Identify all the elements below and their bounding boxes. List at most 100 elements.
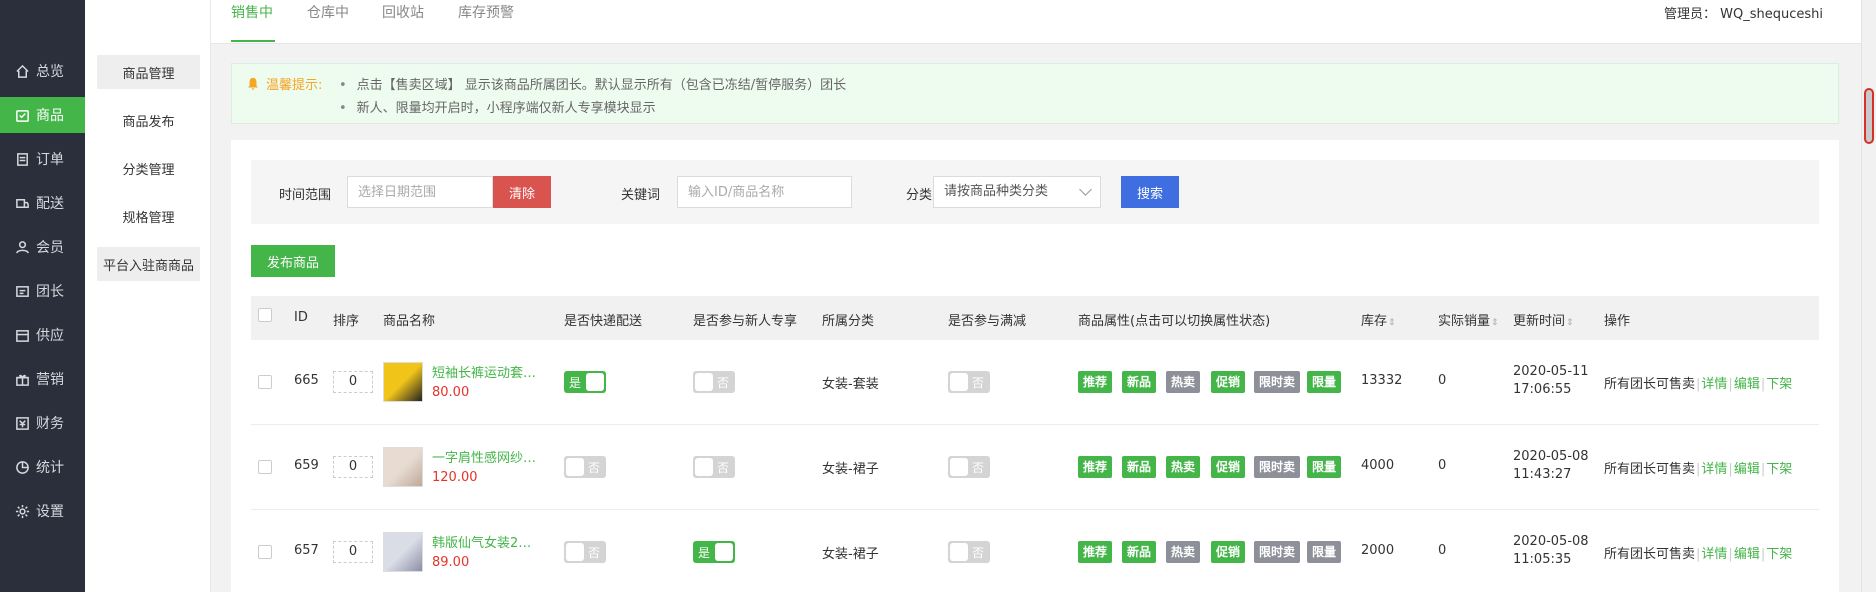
row-checkbox[interactable]: [258, 460, 272, 474]
table-row: 659 0 一字肩性感网纱连衣裙 120.00 否 否 女装-裙子 否 推荐新品…: [251, 425, 1819, 510]
product-name-link[interactable]: 一字肩性感网纱连衣裙: [432, 447, 538, 466]
category-select[interactable]: 请按商品种类分类: [933, 176, 1101, 208]
row-sort-input[interactable]: 0: [333, 541, 373, 563]
tab-warehouse[interactable]: 仓库中: [307, 0, 349, 42]
sidebar-item-overview[interactable]: 总览: [0, 53, 85, 89]
attr-tag[interactable]: 促销: [1211, 541, 1246, 563]
attr-tag[interactable]: 热卖: [1166, 541, 1201, 563]
sidebar-item-orders[interactable]: 订单: [0, 141, 85, 177]
toggle-knob: [715, 543, 733, 561]
attr-tag[interactable]: 促销: [1211, 371, 1246, 393]
attr-tag[interactable]: 推荐: [1078, 456, 1113, 478]
attr-tag[interactable]: 推荐: [1078, 541, 1113, 563]
attr-tag[interactable]: 限时卖: [1254, 456, 1301, 478]
product-name-link[interactable]: 韩版仙气女装2020新款: [432, 532, 538, 551]
offline-link[interactable]: 下架: [1766, 547, 1792, 562]
row-checkbox[interactable]: [258, 375, 272, 389]
sidebar-item-delivery[interactable]: 配送: [0, 185, 85, 221]
newcomer-toggle[interactable]: 否: [693, 456, 735, 478]
clear-button[interactable]: 清除: [493, 176, 551, 208]
submenu-item-platform-goods[interactable]: 平台入驻商商品: [97, 247, 200, 281]
sidebar-item-goods[interactable]: 商品: [0, 97, 85, 133]
detail-link[interactable]: 详情: [1701, 547, 1727, 562]
newcomer-toggle[interactable]: 是: [693, 541, 735, 563]
table-row: 657 0 韩版仙气女装2020新款 89.00 否 是 女装-裙子 否 推荐新…: [251, 510, 1819, 592]
keyword-input[interactable]: [677, 176, 852, 208]
th-sales[interactable]: 实际销量⇕: [1438, 310, 1499, 329]
row-stock: 13332: [1361, 373, 1403, 388]
express-toggle[interactable]: 否: [564, 456, 606, 478]
attr-tag[interactable]: 限量: [1307, 541, 1342, 563]
fullcut-toggle[interactable]: 否: [948, 456, 990, 478]
offline-link[interactable]: 下架: [1766, 462, 1792, 477]
express-toggle[interactable]: 是: [564, 371, 606, 393]
edit-link[interactable]: 编辑: [1734, 377, 1760, 392]
express-toggle[interactable]: 否: [564, 541, 606, 563]
sale-area-link[interactable]: 所有团长可售卖: [1604, 462, 1695, 477]
ops-separator: |: [1760, 377, 1766, 392]
th-express: 是否快递配送: [564, 314, 643, 329]
submenu-item-goods-manage[interactable]: 商品管理: [97, 55, 200, 89]
sidebar-item-settings[interactable]: 设置: [0, 493, 85, 529]
newcomer-toggle[interactable]: 否: [693, 371, 735, 393]
detail-link[interactable]: 详情: [1701, 377, 1727, 392]
toggle-label: 否: [587, 546, 600, 560]
th-stock[interactable]: 库存⇕: [1361, 310, 1396, 329]
attr-tag[interactable]: 促销: [1211, 456, 1246, 478]
bell-icon: [248, 77, 258, 90]
gear-icon: [14, 503, 30, 519]
attr-tag[interactable]: 热卖: [1166, 456, 1201, 478]
attr-tag[interactable]: 新品: [1122, 456, 1157, 478]
edit-link[interactable]: 编辑: [1734, 462, 1760, 477]
toggle-label: 是: [569, 376, 582, 390]
sidebar-item-marketing[interactable]: 营销: [0, 361, 85, 397]
row-checkbox[interactable]: [258, 545, 272, 559]
th-name: 商品名称: [383, 314, 436, 329]
attr-tag[interactable]: 新品: [1122, 371, 1157, 393]
offline-link[interactable]: 下架: [1766, 377, 1792, 392]
sidebar-item-finance[interactable]: 财务: [0, 405, 85, 441]
detail-link[interactable]: 详情: [1701, 462, 1727, 477]
fullcut-toggle[interactable]: 否: [948, 541, 990, 563]
ops-separator: |: [1696, 377, 1701, 392]
submenu-item-category-manage[interactable]: 分类管理: [97, 151, 200, 185]
th-updated[interactable]: 更新时间⇕: [1513, 310, 1574, 329]
edit-link[interactable]: 编辑: [1734, 547, 1760, 562]
fullcut-toggle[interactable]: 否: [948, 371, 990, 393]
attr-tag[interactable]: 限量: [1307, 456, 1342, 478]
sort-icon: ⇕: [1566, 318, 1574, 328]
toggle-knob: [695, 373, 713, 391]
attr-tag[interactable]: 限量: [1307, 371, 1342, 393]
select-all-checkbox[interactable]: [258, 308, 272, 322]
row-category: 女装-裙子: [822, 547, 879, 562]
notice-title-text: 温馨提示:: [266, 78, 323, 93]
row-sort-input[interactable]: 0: [333, 456, 373, 478]
attr-tag[interactable]: 推荐: [1078, 371, 1113, 393]
page-scrollbar[interactable]: [1861, 0, 1876, 592]
date-range-input[interactable]: [347, 176, 493, 208]
attr-tag[interactable]: 限时卖: [1254, 541, 1301, 563]
table-header: ID 排序 商品名称 是否快递配送 是否参与新人专享 所属分类 是否参与满减 商…: [251, 296, 1819, 340]
sale-area-link[interactable]: 所有团长可售卖: [1604, 547, 1695, 562]
publish-goods-button[interactable]: 发布商品: [251, 245, 335, 277]
row-update-date: 2020-05-08: [1513, 534, 1589, 549]
submenu-item-spec-manage[interactable]: 规格管理: [97, 199, 200, 233]
sidebar-item-label: 营销: [36, 372, 64, 388]
sidebar-item-leaders[interactable]: 团长: [0, 273, 85, 309]
attr-tag[interactable]: 新品: [1122, 541, 1157, 563]
attr-tag[interactable]: 限时卖: [1254, 371, 1301, 393]
row-sort-input[interactable]: 0: [333, 371, 373, 393]
th-stock-label: 库存: [1361, 314, 1388, 329]
tab-on-sale[interactable]: 销售中: [231, 0, 275, 42]
sidebar-item-stats[interactable]: 统计: [0, 449, 85, 485]
submenu-item-goods-publish[interactable]: 商品发布: [97, 103, 200, 137]
sidebar-item-supply[interactable]: 供应: [0, 317, 85, 353]
app-root: 总览 商品 订单 配送 会员 团长 供应 营销 财务 统计 设置 商品管理 商品…: [0, 0, 1876, 592]
sidebar-item-members[interactable]: 会员: [0, 229, 85, 265]
sale-area-link[interactable]: 所有团长可售卖: [1604, 377, 1695, 392]
attr-tag[interactable]: 热卖: [1166, 371, 1201, 393]
search-button[interactable]: 搜索: [1121, 176, 1179, 208]
tab-stock-warning[interactable]: 库存预警: [458, 0, 514, 42]
product-name-link[interactable]: 短袖长裤运动套装女: [432, 362, 538, 381]
tab-recycle-bin[interactable]: 回收站: [382, 0, 424, 42]
